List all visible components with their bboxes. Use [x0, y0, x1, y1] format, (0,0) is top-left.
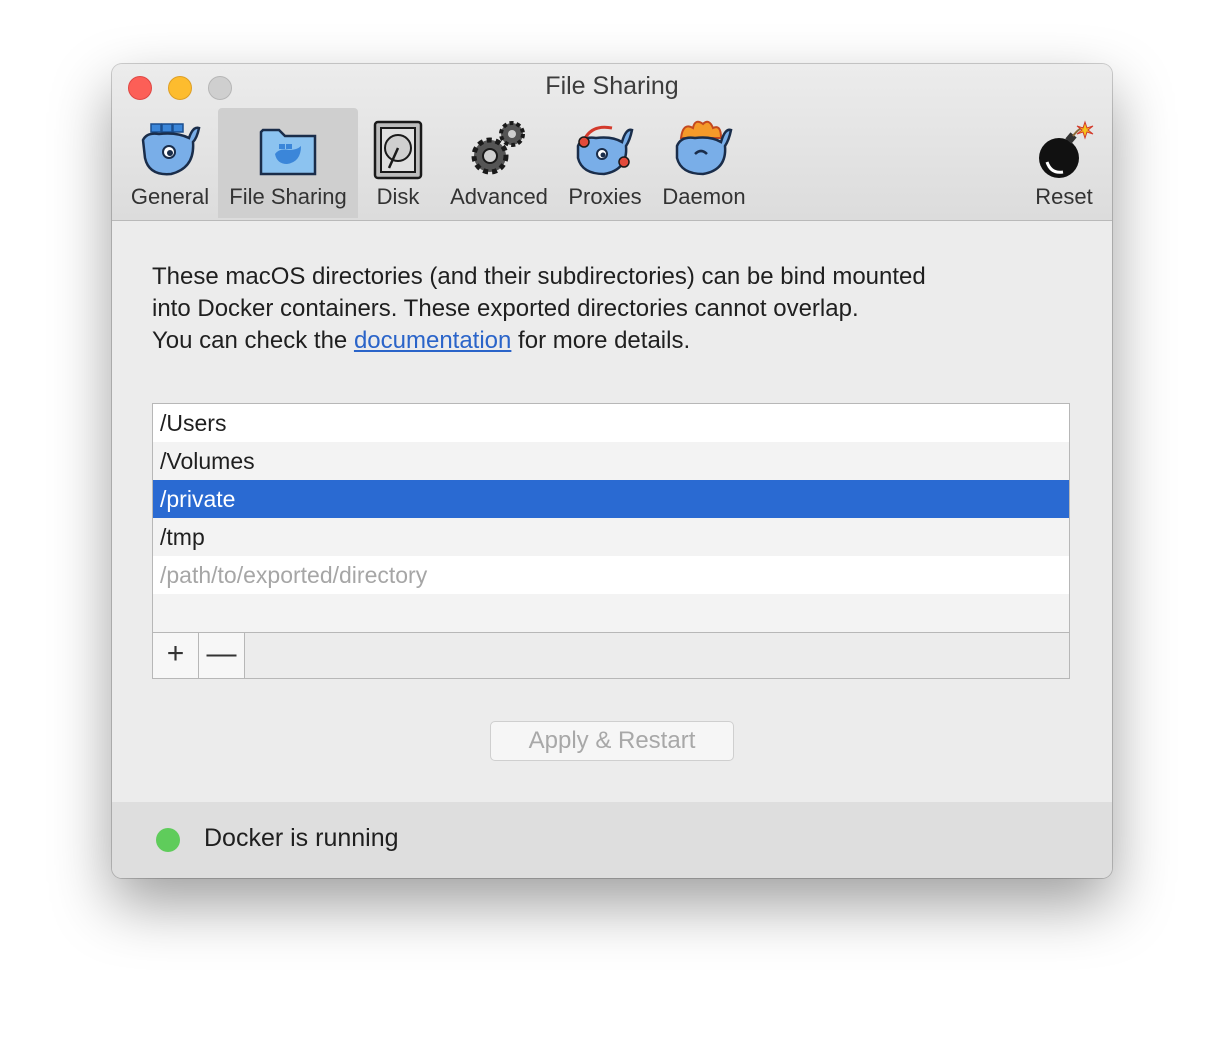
description: These macOS directories (and their subdi… — [152, 261, 1072, 357]
tab-general-label: General — [130, 184, 210, 209]
reset-button[interactable]: Reset — [1026, 108, 1102, 218]
window-title: File Sharing — [545, 72, 679, 100]
remove-directory-button[interactable]: — — [199, 633, 245, 678]
file-sharing-panel: These macOS directories (and their subdi… — [112, 221, 1112, 801]
status-indicator — [156, 828, 180, 852]
tab-daemon[interactable]: Daemon — [656, 108, 752, 218]
disk-icon — [373, 120, 423, 180]
status-bar: Docker is running — [112, 802, 1112, 878]
description-line-3-before: You can check the — [152, 327, 354, 354]
whale-icon — [141, 123, 201, 176]
tab-disk-label: Disk — [376, 184, 420, 209]
bomb-icon — [1039, 120, 1094, 178]
titlebar: File Sharing General File Sharing Disk A… — [112, 64, 1112, 221]
description-line-3: You can check the documentation for more… — [152, 325, 1072, 357]
description-line-3-after: for more details. — [511, 327, 691, 354]
directory-row-private[interactable]: /private — [153, 480, 1069, 518]
documentation-link[interactable]: documentation — [354, 327, 511, 354]
gears-icon — [471, 121, 525, 175]
directory-row-tmp[interactable]: /tmp — [153, 518, 1069, 556]
tab-proxies[interactable]: Proxies — [562, 108, 648, 218]
tab-daemon-label: Daemon — [662, 184, 746, 209]
tab-proxies-label: Proxies — [568, 184, 642, 209]
fire-whale-icon — [675, 120, 733, 176]
tab-disk[interactable]: Disk — [362, 108, 434, 218]
directory-row-volumes[interactable]: /Volumes — [153, 442, 1069, 480]
description-line-2: into Docker containers. These exported d… — [152, 295, 859, 322]
folder-whale-icon — [259, 128, 317, 176]
apply-restart-button[interactable]: Apply & Restart — [490, 721, 734, 761]
tab-file-sharing[interactable]: File Sharing — [218, 108, 358, 218]
directory-row-users[interactable]: /Users — [153, 404, 1069, 442]
status-text: Docker is running — [204, 824, 399, 852]
new-directory-input[interactable]: /path/to/exported/directory — [153, 556, 1069, 594]
headphones-whale-icon — [576, 125, 634, 176]
tab-advanced[interactable]: Advanced — [442, 108, 556, 218]
list-empty-row — [153, 594, 1069, 632]
list-controls: + — — [153, 632, 1069, 678]
reset-label: Reset — [1035, 184, 1093, 209]
tab-general[interactable]: General — [122, 108, 218, 218]
preferences-window: File Sharing General File Sharing Disk A… — [112, 64, 1112, 878]
add-directory-button[interactable]: + — [153, 633, 199, 678]
tab-file-sharing-label: File Sharing — [229, 184, 347, 209]
tab-advanced-label: Advanced — [450, 184, 548, 209]
directory-list[interactable]: /Users /Volumes /private /tmp /path/to/e… — [152, 403, 1070, 679]
description-line-1: These macOS directories (and their subdi… — [152, 263, 926, 290]
